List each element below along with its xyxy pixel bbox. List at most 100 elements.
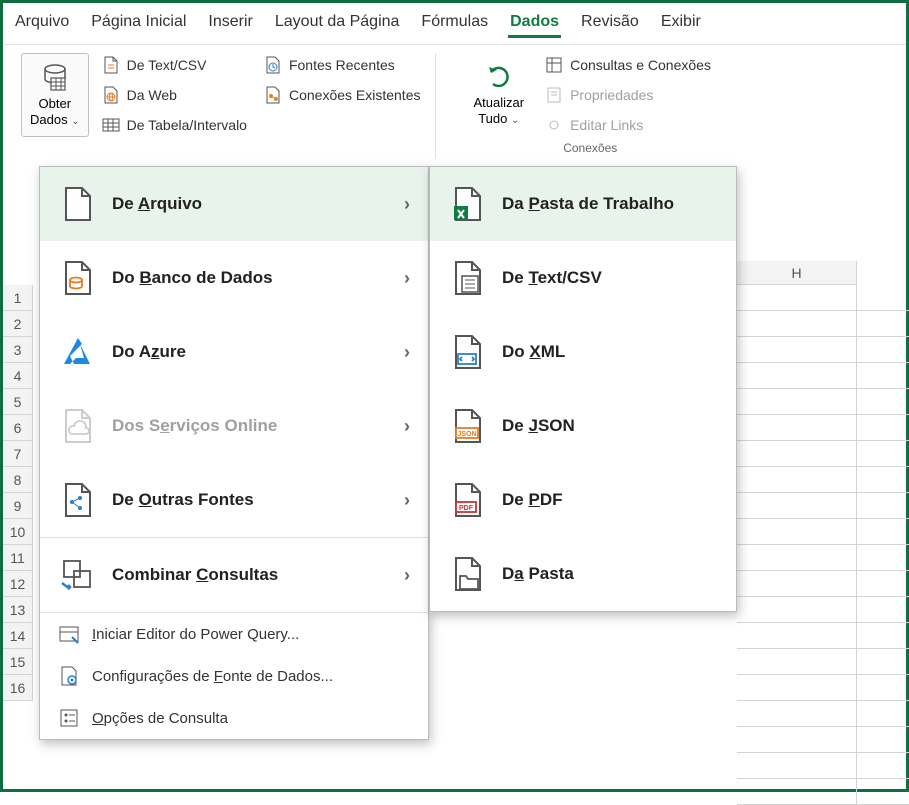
- row-header[interactable]: 8: [3, 467, 33, 493]
- menu-combine-queries[interactable]: Combinar Consultas ›: [40, 538, 428, 612]
- tab-exibir[interactable]: Exibir: [659, 9, 703, 38]
- edit-links-icon: [544, 115, 564, 135]
- submenu-from-json[interactable]: JSON De JSON: [430, 389, 736, 463]
- cell[interactable]: [737, 441, 857, 467]
- cell[interactable]: [737, 727, 857, 753]
- row-header[interactable]: 7: [3, 441, 33, 467]
- cell[interactable]: [737, 519, 857, 545]
- cell[interactable]: [857, 337, 909, 363]
- cell[interactable]: [857, 311, 909, 337]
- submenu-from-xml[interactable]: Do XML: [430, 315, 736, 389]
- cell[interactable]: [857, 415, 909, 441]
- database-file-icon: [58, 258, 98, 298]
- cell[interactable]: [737, 311, 857, 337]
- recent-sources-button[interactable]: Fontes Recentes: [259, 53, 425, 77]
- tab-revisao[interactable]: Revisão: [579, 9, 641, 38]
- cell[interactable]: [857, 649, 909, 675]
- row-header[interactable]: 4: [3, 363, 33, 389]
- cell[interactable]: [857, 389, 909, 415]
- excel-workbook-icon: [448, 184, 488, 224]
- cloud-icon: [58, 406, 98, 446]
- cell[interactable]: [857, 441, 909, 467]
- azure-icon: [58, 332, 98, 372]
- cell[interactable]: [857, 545, 909, 571]
- cell[interactable]: [737, 571, 857, 597]
- cell[interactable]: [737, 285, 857, 311]
- row-header[interactable]: 9: [3, 493, 33, 519]
- row-header[interactable]: 12: [3, 571, 33, 597]
- cell[interactable]: [737, 597, 857, 623]
- existing-connections-button[interactable]: Conexões Existentes: [259, 83, 425, 107]
- cell[interactable]: [737, 389, 857, 415]
- row-header[interactable]: 10: [3, 519, 33, 545]
- cell[interactable]: [737, 493, 857, 519]
- refresh-all-button[interactable]: AtualizarTudo ⌄: [466, 53, 533, 137]
- column-header-h[interactable]: H: [737, 261, 857, 285]
- cell[interactable]: [857, 597, 909, 623]
- cell[interactable]: [737, 415, 857, 441]
- cell[interactable]: [737, 753, 857, 779]
- row-header[interactable]: 5: [3, 389, 33, 415]
- menu-data-source-settings[interactable]: Configurações de Fonte de Dados...: [40, 655, 428, 697]
- connection-icon: [263, 85, 283, 105]
- cell[interactable]: [737, 623, 857, 649]
- tab-layout[interactable]: Layout da Página: [273, 9, 402, 38]
- from-text-csv-button[interactable]: De Text/CSV: [97, 53, 251, 77]
- cell[interactable]: [857, 571, 909, 597]
- row-header[interactable]: 2: [3, 311, 33, 337]
- menu-from-azure[interactable]: Do Azure ›: [40, 315, 428, 389]
- recent-icon: [263, 55, 283, 75]
- row-header[interactable]: 16: [3, 675, 33, 701]
- row-header[interactable]: 6: [3, 415, 33, 441]
- tab-arquivo[interactable]: Arquivo: [13, 9, 71, 38]
- cell[interactable]: [857, 519, 909, 545]
- cell[interactable]: [857, 363, 909, 389]
- cell[interactable]: [857, 623, 909, 649]
- cell[interactable]: [737, 363, 857, 389]
- cell[interactable]: [857, 727, 909, 753]
- menu-from-database[interactable]: Do Banco de Dados ›: [40, 241, 428, 315]
- row-header[interactable]: 3: [3, 337, 33, 363]
- pdf-icon: PDF: [448, 480, 488, 520]
- tab-pagina-inicial[interactable]: Página Inicial: [89, 9, 188, 38]
- cell[interactable]: [737, 675, 857, 701]
- menu-from-file[interactable]: De Arquivo ›: [40, 167, 428, 241]
- cell[interactable]: [857, 675, 909, 701]
- submenu-from-pdf[interactable]: PDF De PDF: [430, 463, 736, 537]
- row-header[interactable]: 15: [3, 649, 33, 675]
- cell[interactable]: [857, 779, 909, 805]
- menu-query-options[interactable]: Opções de Consulta: [40, 697, 428, 739]
- submenu-from-workbook[interactable]: Da Pasta de Trabalho: [430, 167, 736, 241]
- cell[interactable]: [857, 753, 909, 779]
- cell[interactable]: [737, 779, 857, 805]
- cell[interactable]: [737, 701, 857, 727]
- cell[interactable]: [737, 649, 857, 675]
- cell[interactable]: [737, 467, 857, 493]
- cell[interactable]: [857, 285, 909, 311]
- from-table-range-button[interactable]: De Tabela/Intervalo: [97, 113, 251, 137]
- submenu-from-folder[interactable]: Da Pasta: [430, 537, 736, 611]
- tab-inserir[interactable]: Inserir: [206, 9, 254, 38]
- tab-dados[interactable]: Dados: [508, 9, 561, 38]
- cell[interactable]: [737, 545, 857, 571]
- menu-from-other-sources[interactable]: De Outras Fontes ›: [40, 463, 428, 537]
- menu-launch-power-query[interactable]: Iniciar Editor do Power Query...: [40, 613, 428, 655]
- queries-connections-button[interactable]: Consultas e Conexões: [540, 53, 715, 77]
- row-header[interactable]: 13: [3, 597, 33, 623]
- row-header[interactable]: 11: [3, 545, 33, 571]
- cell[interactable]: [857, 701, 909, 727]
- submenu-from-text-csv[interactable]: De Text/CSV: [430, 241, 736, 315]
- get-data-button[interactable]: ObterDados ⌄: [21, 53, 89, 137]
- row-header[interactable]: 1: [3, 285, 33, 311]
- cell[interactable]: [737, 337, 857, 363]
- data-source-settings-icon: [58, 665, 80, 687]
- cell[interactable]: [857, 493, 909, 519]
- row-header[interactable]: 14: [3, 623, 33, 649]
- folder-icon: [448, 554, 488, 594]
- ribbon-group-get-transform: ObterDados ⌄ De Text/CSV Da Web De Tabel…: [11, 53, 436, 159]
- tab-formulas[interactable]: Fórmulas: [419, 9, 490, 38]
- power-query-icon: [58, 623, 80, 645]
- group-label-connections: Conexões: [456, 141, 725, 155]
- from-web-button[interactable]: Da Web: [97, 83, 251, 107]
- cell[interactable]: [857, 467, 909, 493]
